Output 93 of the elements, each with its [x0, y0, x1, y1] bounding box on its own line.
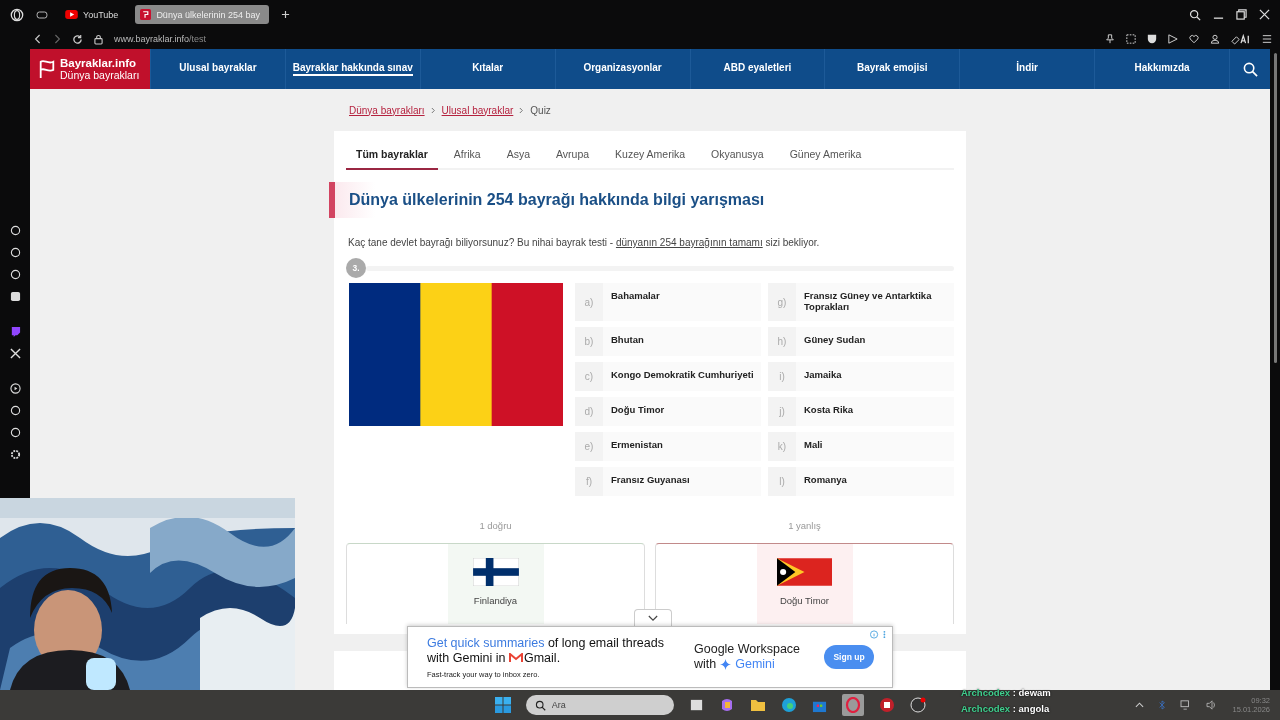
search-icon[interactable]: [534, 699, 546, 711]
heart-icon[interactable]: [1189, 34, 1199, 44]
answer-option[interactable]: k) Mali: [768, 432, 954, 461]
nav-link[interactable]: Bayrak emojisi: [857, 62, 928, 76]
answer-option[interactable]: b) Bhutan: [575, 327, 761, 356]
chevron-up-icon[interactable]: [1135, 702, 1145, 708]
question-number: 3.: [346, 258, 366, 278]
snapshot-icon[interactable]: [1126, 34, 1136, 44]
play-icon[interactable]: [9, 383, 21, 394]
profile-icon[interactable]: [1210, 34, 1220, 44]
chat-message: Archcodex : dewam: [961, 687, 1051, 698]
intro-link[interactable]: dünyanın 254 bayrağının tamamı: [615, 237, 763, 248]
region-tab[interactable]: Asya: [496, 148, 540, 170]
chat-bubble-icon[interactable]: [9, 326, 21, 337]
search-icon[interactable]: [1242, 61, 1258, 77]
flag-image: [472, 558, 519, 586]
answer-option[interactable]: f) Fransız Guyanası: [575, 467, 761, 496]
address-field[interactable]: www.bayraklar.info/test: [114, 34, 207, 44]
flag-logo-icon: [38, 59, 56, 79]
flag-image: [777, 558, 832, 586]
breadcrumb-link[interactable]: Dünya bayrakları: [349, 104, 425, 116]
new-tab-icon[interactable]: [281, 10, 291, 19]
close-icon[interactable]: [1259, 9, 1270, 20]
forward-icon[interactable]: [53, 34, 61, 44]
region-tab[interactable]: Avrupa: [546, 148, 600, 170]
country-name: Doğu Timor: [779, 595, 830, 606]
intro-text: Kaç tane devlet bayrağı biliyorsunuz? Bu nihai bayrak testi - dünyanın 254 bayrağının tamamı sizi bekliyor.: [348, 237, 821, 248]
menu-icon[interactable]: [1262, 34, 1272, 44]
chevron-down-icon[interactable]: [648, 614, 658, 622]
ad-sponsor: Google Workspace: [694, 642, 802, 657]
answer-option[interactable]: i) Jamaika: [768, 362, 954, 391]
mail-logo-icon: [509, 652, 523, 663]
edge-icon[interactable]: [780, 697, 797, 713]
ad-product: Gemini: [735, 657, 775, 672]
browser-logo-icon[interactable]: [10, 7, 24, 22]
answer-option[interactable]: h) Güney Sudan: [768, 327, 954, 356]
breadcrumb-link[interactable]: Ulusal bayraklar: [441, 104, 514, 116]
logo-subtitle: Dünya bayrakları: [60, 69, 140, 82]
result-count: 1 doğru: [479, 520, 512, 531]
shield-icon[interactable]: [1147, 34, 1157, 44]
nav-link[interactable]: Ulusal bayraklar: [179, 62, 257, 76]
region-tab[interactable]: Okyanusya: [701, 148, 774, 170]
breadcrumb-separator-icon: [519, 106, 525, 114]
back-icon[interactable]: [34, 34, 42, 44]
obs-icon[interactable]: [909, 697, 926, 713]
region-tab[interactable]: Afrika: [443, 148, 491, 170]
breadcrumb-current: Quiz: [530, 104, 551, 116]
window-icon[interactable]: [688, 697, 704, 713]
answer-option[interactable]: c) Kongo Demokratik Cumhuriyeti: [575, 362, 761, 391]
ai-icon[interactable]: [1231, 33, 1251, 45]
restore-icon[interactable]: [1236, 9, 1247, 20]
app-icon[interactable]: [878, 697, 895, 713]
site-logo[interactable]: Bayraklar.info Dünya bayrakları: [30, 49, 150, 89]
answer-option[interactable]: e) Ermenistan: [575, 432, 761, 461]
sparkle-icon: [720, 659, 732, 670]
gamepad-icon[interactable]: [36, 8, 48, 21]
search-icon[interactable]: [1189, 8, 1201, 21]
region-tab[interactable]: Tüm bayraklar: [346, 148, 438, 170]
nav-link[interactable]: Hakkımızda: [1134, 62, 1190, 76]
windows-logo-icon[interactable]: [494, 697, 511, 713]
answer-option[interactable]: a) Bahamalar: [575, 283, 761, 321]
send-icon[interactable]: [1168, 34, 1178, 44]
taskbar-search-field[interactable]: Ara: [525, 695, 674, 715]
breadcrumb-separator-icon: [430, 106, 436, 114]
nav-link[interactable]: İndir: [1016, 62, 1038, 76]
answer-option[interactable]: g) Fransız Güney ve Antarktika Toprakları: [768, 283, 954, 321]
nav-link[interactable]: Kıtalar: [472, 62, 504, 76]
pin-icon[interactable]: [1105, 34, 1115, 44]
ad-sponsor-with: with: [694, 657, 717, 672]
quiz-title: Dünya ülkelerinin 254 bayrağı hakkında bilgi yarışması: [349, 191, 766, 209]
nav-link[interactable]: ABD eyaletleri: [723, 62, 792, 76]
answer-option[interactable]: d) Doğu Timor: [575, 397, 761, 426]
logo-title: Bayraklar.info: [60, 56, 138, 70]
play-logo-icon: [65, 10, 78, 19]
answer-option[interactable]: j) Kosta Rika: [768, 397, 954, 426]
result-count: 1 yanlış: [788, 520, 821, 531]
opera-taskbar-icon[interactable]: [841, 694, 864, 716]
folder-icon[interactable]: [749, 697, 766, 713]
answer-option[interactable]: l) Romanya: [768, 467, 954, 496]
site-favicon-icon: [140, 9, 152, 20]
cross-icon[interactable]: [9, 348, 21, 359]
nav-link[interactable]: Organizasyonlar: [583, 62, 662, 76]
settings-icon[interactable]: [9, 449, 21, 460]
region-tab[interactable]: Güney Amerika: [779, 148, 872, 170]
country-name: Finlandiya: [473, 595, 518, 606]
lock-icon[interactable]: [94, 33, 103, 45]
region-tab[interactable]: Kuzey Amerika: [605, 148, 696, 170]
chat-message: Archcodex : angola: [961, 703, 1051, 714]
ad-headline: Get quick summaries of long email threads with Gemini in Gmail.: [427, 635, 665, 666]
reload-icon[interactable]: [72, 33, 83, 45]
browser-tab[interactable]: YouTube: [60, 5, 124, 24]
nav-link[interactable]: Bayraklar hakkında sınav: [292, 62, 413, 76]
square-icon[interactable]: [9, 291, 21, 302]
